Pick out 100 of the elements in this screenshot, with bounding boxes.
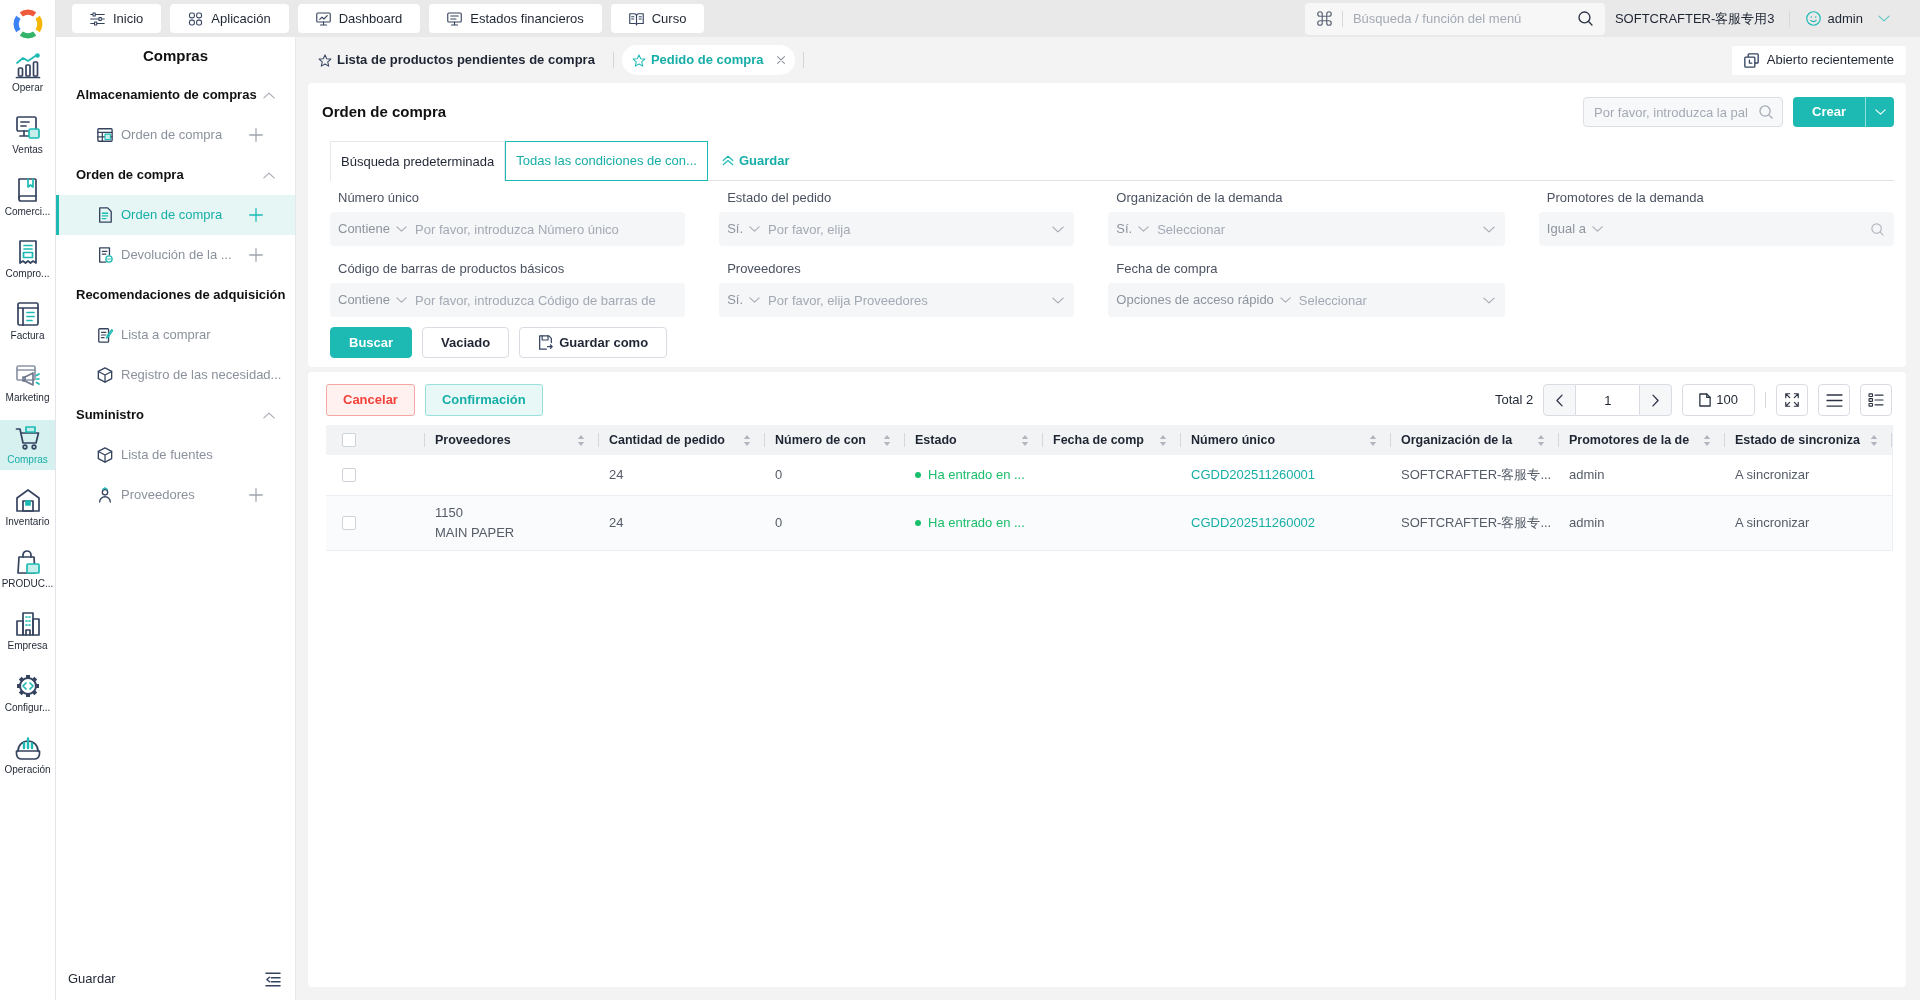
double-chevron-up-icon xyxy=(721,155,734,166)
rail-item[interactable]: Empresa xyxy=(0,606,55,656)
command-icon[interactable] xyxy=(1316,10,1332,26)
caret-icon xyxy=(396,226,408,232)
close-icon[interactable] xyxy=(776,56,785,64)
chevron-up-icon[interactable] xyxy=(263,171,275,179)
person-icon xyxy=(97,487,113,503)
nav-tab[interactable]: Inicio xyxy=(72,4,162,33)
create-button[interactable]: Crear xyxy=(1793,97,1865,127)
filter-field[interactable]: Sí. Seleccionar xyxy=(1108,212,1505,246)
sidebar-item[interactable]: Lista a comprar xyxy=(56,315,295,355)
sidebar-item[interactable]: Devolución de la ... xyxy=(56,235,295,275)
checkbox[interactable] xyxy=(342,433,356,448)
sort-icon[interactable] xyxy=(743,433,751,447)
previous-page-button[interactable] xyxy=(1543,384,1577,416)
nav-tab[interactable]: Aplicación xyxy=(170,4,289,33)
rail-item[interactable]: Compro... xyxy=(0,234,55,284)
rail-item[interactable]: Operación xyxy=(0,730,55,780)
checkbox[interactable] xyxy=(342,468,356,483)
checkbox[interactable] xyxy=(342,516,356,531)
search-icon[interactable] xyxy=(1577,10,1593,26)
sort-icon[interactable] xyxy=(1369,433,1377,447)
confirm-button[interactable]: Confirmación xyxy=(424,384,543,416)
sidebar-item[interactable]: Orden de compra xyxy=(56,195,295,235)
rail-item[interactable]: Configur... xyxy=(0,668,55,718)
rail-item[interactable]: PRODUC... xyxy=(0,544,55,594)
operator-select[interactable]: Sí. xyxy=(1116,219,1150,239)
dropdown-button[interactable] xyxy=(1865,97,1894,127)
search-tab[interactable]: Búsqueda predeterminada xyxy=(330,141,506,181)
filter-field[interactable]: Sí. Por favor, elija Proveedores xyxy=(719,283,1075,317)
sidebar-item[interactable]: Orden de compra xyxy=(56,115,295,155)
save-link[interactable]: Guardar xyxy=(717,141,794,180)
order-link[interactable]: CGDD202511260001 xyxy=(1191,466,1316,482)
filter-field[interactable]: Contiene Por favor, introduzca Código de barras de xyxy=(330,283,686,317)
nav-tab[interactable]: Estados financieros xyxy=(429,4,602,33)
operator-select[interactable]: Sí. xyxy=(727,290,761,310)
search-button[interactable]: Buscar xyxy=(330,327,413,358)
search-field[interactable]: Búsqueda / función del menú xyxy=(1304,2,1605,35)
search-tab[interactable]: Todas las condiciones de con... xyxy=(505,141,708,181)
table-cell: A sincronizar xyxy=(1725,495,1892,550)
page-tab[interactable]: Lista de productos pendientes de compra xyxy=(308,45,605,75)
operator-select[interactable]: Sí. xyxy=(727,219,761,239)
sort-icon[interactable] xyxy=(883,433,891,447)
user-menu[interactable]: admin xyxy=(1789,8,1890,29)
nav-tab[interactable]: Curso xyxy=(610,4,705,33)
sort-icon[interactable] xyxy=(1537,433,1545,447)
cancel-button[interactable]: Cancelar xyxy=(326,384,415,416)
page-field[interactable]: 1 xyxy=(1576,384,1640,416)
filter-field[interactable]: Opciones de acceso rápido Seleccionar xyxy=(1108,283,1505,317)
sort-icon[interactable] xyxy=(1159,433,1167,447)
rail-item[interactable]: Compras xyxy=(0,420,55,470)
section-header[interactable]: Suministro xyxy=(56,395,295,435)
sidebar-item[interactable]: Proveedores xyxy=(56,475,295,515)
operator-select[interactable]: Contiene xyxy=(338,290,408,310)
section-header[interactable]: Almacenamiento de compras xyxy=(56,75,295,115)
filter-field[interactable]: Contiene Por favor, introduzca Número único xyxy=(330,212,686,246)
section-header[interactable]: Recomendaciones de adquisición xyxy=(56,275,295,315)
plus-icon[interactable] xyxy=(249,488,263,502)
page-size-button[interactable]: 100 xyxy=(1682,384,1755,416)
filter-field[interactable]: Sí. Por favor, elija xyxy=(719,212,1075,246)
sidebar-item[interactable]: Lista de fuentes xyxy=(56,435,295,475)
save-as-button[interactable]: Guardar como xyxy=(519,327,668,358)
plus-icon[interactable] xyxy=(249,248,263,262)
filter-field[interactable]: Igual a xyxy=(1538,212,1894,246)
operator-select[interactable]: Igual a xyxy=(1546,219,1603,239)
indent-icon[interactable] xyxy=(265,971,281,987)
next-page-button[interactable] xyxy=(1639,384,1673,416)
rail-item[interactable]: Marketing xyxy=(0,358,55,408)
chevron-up-icon[interactable] xyxy=(263,411,275,419)
star-icon[interactable] xyxy=(318,53,332,67)
save-link[interactable]: Guardar xyxy=(68,969,116,989)
recent-button[interactable]: Abierto recientemente xyxy=(1731,45,1906,75)
order-link[interactable]: CGDD202511260002 xyxy=(1191,514,1316,530)
section-header[interactable]: Orden de compra xyxy=(56,155,295,195)
search-field[interactable]: Por favor, introduzca la pal xyxy=(1583,97,1783,127)
sort-icon[interactable] xyxy=(577,433,585,447)
sort-icon[interactable] xyxy=(1021,433,1029,447)
operator-select[interactable]: Contiene xyxy=(338,219,408,239)
page-tab[interactable]: Pedido de compra xyxy=(621,45,795,75)
clear-button[interactable]: Vaciado xyxy=(422,327,510,358)
plus-icon[interactable] xyxy=(249,128,263,142)
logo-icon[interactable] xyxy=(12,9,43,39)
menu-button[interactable] xyxy=(1818,384,1850,416)
rail-item[interactable]: Comerci... xyxy=(0,172,55,222)
column-header: Proveedores xyxy=(435,431,511,449)
column-header: Estado xyxy=(915,431,957,449)
column-settings-button[interactable] xyxy=(1860,384,1892,416)
sort-icon[interactable] xyxy=(1869,433,1878,447)
plus-icon[interactable] xyxy=(249,208,263,222)
nav-tab[interactable]: Dashboard xyxy=(297,4,421,33)
star-icon[interactable] xyxy=(631,53,646,67)
rail-item[interactable]: Factura xyxy=(0,296,55,346)
rail-item[interactable]: Inventario xyxy=(0,482,55,532)
sidebar-item[interactable]: Registro de las necesidad... xyxy=(56,355,295,395)
rail-item[interactable]: Operar xyxy=(0,48,55,98)
rail-item[interactable]: Ventas xyxy=(0,110,55,160)
chevron-up-icon[interactable] xyxy=(263,91,275,99)
operator-select[interactable]: Opciones de acceso rápido xyxy=(1116,290,1291,310)
sort-icon[interactable] xyxy=(1703,433,1711,447)
fullscreen-button[interactable] xyxy=(1776,384,1808,416)
